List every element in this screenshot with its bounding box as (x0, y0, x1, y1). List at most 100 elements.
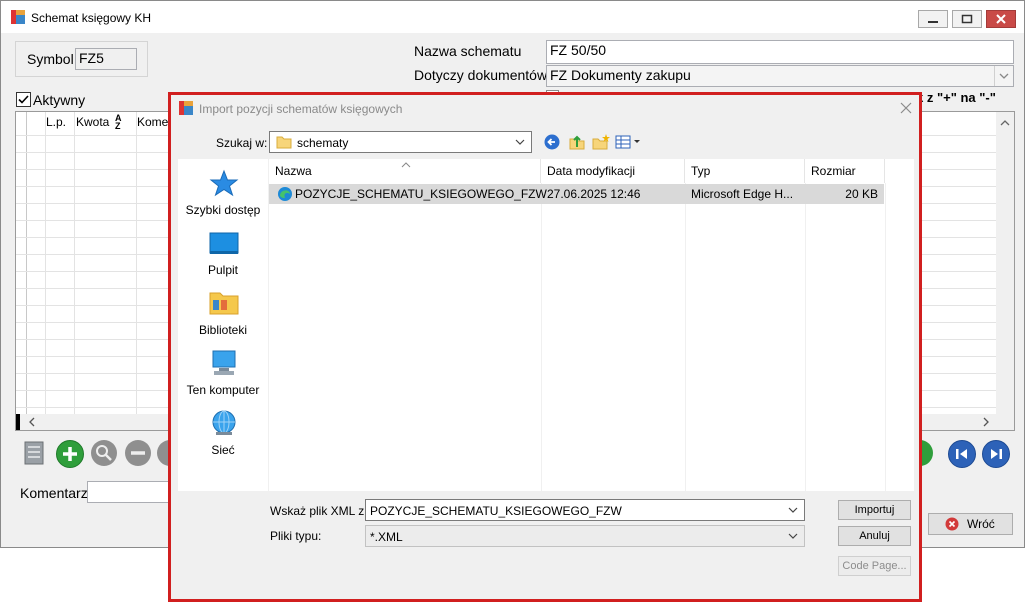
minimize-icon (928, 21, 938, 23)
star-icon (209, 169, 239, 197)
column-header-komentarz[interactable]: Kome (137, 115, 168, 129)
plus-icon (63, 447, 77, 461)
app-icon (11, 10, 25, 24)
spreadsheet-icon[interactable] (23, 439, 47, 467)
file-list[interactable]: Nazwa Data modyfikacji Typ Rozmiar POZYC… (269, 159, 914, 491)
documents-dropdown-value: FZ Dokumenty zakupu (550, 67, 691, 83)
computer-icon (212, 350, 236, 375)
close-button[interactable] (986, 10, 1016, 28)
schema-name-field[interactable]: FZ 50/50 (546, 40, 1014, 64)
maximize-icon (961, 14, 973, 24)
column-header-size[interactable]: Rozmiar (805, 159, 885, 183)
place-quick-access[interactable]: Szybki dostęp (178, 165, 268, 223)
remove-button[interactable] (125, 440, 151, 466)
back-button[interactable]: Wróć (928, 513, 1013, 535)
documents-label: Dotyczy dokumentów (414, 67, 548, 83)
network-globe-icon (212, 410, 236, 435)
scroll-right-icon (983, 417, 989, 427)
file-type-label: Pliki typu: (270, 529, 322, 543)
symbol-field[interactable]: FZ5 (75, 48, 137, 70)
vertical-scrollbar[interactable] (996, 112, 1014, 430)
main-window-title: Schemat księgowy KH (31, 11, 152, 25)
chevron-down-icon (788, 533, 798, 539)
chevron-down-icon (788, 507, 798, 513)
place-desktop-label: Pulpit (207, 263, 239, 277)
file-row[interactable]: POZYCJE_SCHEMATU_KSIEGOWEGO_FZW 27.06.20… (269, 184, 884, 204)
back-arrow-icon (544, 134, 560, 150)
xml-file-input[interactable]: POZYCJE_SCHEMATU_KSIEGOWEGO_FZW (365, 499, 805, 521)
look-in-value: schematy (297, 136, 349, 150)
up-folder-icon (569, 135, 585, 150)
import-button[interactable]: Importuj (838, 500, 911, 520)
maximize-button[interactable] (952, 10, 982, 28)
column-header-lp[interactable]: L.p. (46, 115, 66, 129)
preview-button[interactable] (91, 440, 117, 466)
dialog-title: Import pozycji schematów księgowych (199, 102, 403, 116)
place-libraries[interactable]: Biblioteki (178, 285, 268, 343)
sort-az-icon[interactable]: AZ (115, 114, 122, 131)
chevron-down-icon (515, 139, 525, 145)
place-libraries-label: Biblioteki (198, 323, 248, 337)
xml-file-label: Wskaż plik XML z (270, 504, 365, 518)
back-nav-button[interactable] (544, 134, 560, 150)
chevron-down-icon (994, 66, 1013, 86)
active-checkbox[interactable] (16, 92, 31, 107)
cancel-icon (945, 517, 959, 531)
place-network-label: Sieć (211, 443, 235, 457)
partial-checkbox-text: k z "+" na "-" (916, 90, 996, 105)
new-folder-icon (592, 134, 610, 150)
dialog-app-icon (179, 101, 193, 115)
scroll-up-icon (1000, 120, 1010, 126)
view-grid-icon (615, 135, 640, 149)
look-in-label: Szukaj w: (216, 136, 268, 150)
scroll-left-icon (29, 417, 35, 427)
previous-button[interactable] (948, 440, 976, 468)
back-button-label: Wróć (967, 517, 995, 531)
comment-label: Komentarz (20, 485, 88, 501)
file-name: POZYCJE_SCHEMATU_KSIEGOWEGO_FZW (295, 187, 547, 201)
cancel-button[interactable]: Anuluj (838, 526, 911, 546)
file-size: 20 KB (845, 187, 878, 201)
minimize-button[interactable] (918, 10, 948, 28)
checkmark-icon (18, 95, 29, 104)
main-title-bar: Schemat księgowy KH (1, 1, 1024, 33)
code-page-button[interactable]: Code Page... (838, 556, 911, 576)
xml-file-value: POZYCJE_SCHEMATU_KSIEGOWEGO_FZW (370, 504, 622, 518)
column-header-modified[interactable]: Data modyfikacji (541, 159, 685, 183)
minus-icon (131, 451, 145, 455)
comment-field[interactable] (87, 481, 171, 503)
place-this-pc[interactable]: Ten komputer (178, 345, 268, 403)
edge-file-icon (278, 187, 292, 201)
desktop-icon (209, 232, 239, 254)
place-desktop[interactable]: Pulpit (178, 225, 268, 283)
up-folder-button[interactable] (568, 133, 586, 151)
libraries-icon (209, 292, 239, 315)
next-button[interactable] (982, 440, 1010, 468)
documents-dropdown[interactable]: FZ Dokumenty zakupu (546, 65, 1014, 87)
symbol-label: Symbol (27, 51, 74, 67)
close-icon (900, 102, 912, 114)
place-this-pc-label: Ten komputer (186, 383, 260, 397)
close-icon (996, 14, 1006, 24)
column-header-name[interactable]: Nazwa (269, 159, 541, 183)
file-type: Microsoft Edge H... (691, 187, 794, 201)
folder-icon (276, 136, 292, 149)
place-network[interactable]: Sieć (178, 405, 268, 463)
column-header-kwota[interactable]: Kwota (76, 115, 109, 129)
file-type-value: *.XML (370, 530, 403, 544)
look-in-dropdown[interactable]: schematy (269, 131, 532, 153)
active-label: Aktywny (33, 92, 86, 108)
dialog-title-bar: Import pozycji schematów księgowych (171, 95, 919, 123)
magnifier-icon (96, 445, 112, 461)
places-sidebar: Szybki dostęp Pulpit Biblioteki Ten komp… (178, 159, 268, 491)
dialog-close-button[interactable] (899, 101, 913, 115)
add-button[interactable] (56, 440, 84, 468)
place-quick-access-label: Szybki dostęp (185, 203, 261, 217)
view-menu-button[interactable] (615, 134, 641, 150)
skip-forward-icon (991, 449, 1002, 459)
file-type-dropdown[interactable]: *.XML (365, 525, 805, 547)
new-folder-button[interactable] (592, 133, 610, 151)
file-modified: 27.06.2025 12:46 (547, 187, 641, 201)
column-header-type[interactable]: Typ (685, 159, 805, 183)
import-dialog: Import pozycji schematów księgowych Szuk… (168, 92, 922, 602)
